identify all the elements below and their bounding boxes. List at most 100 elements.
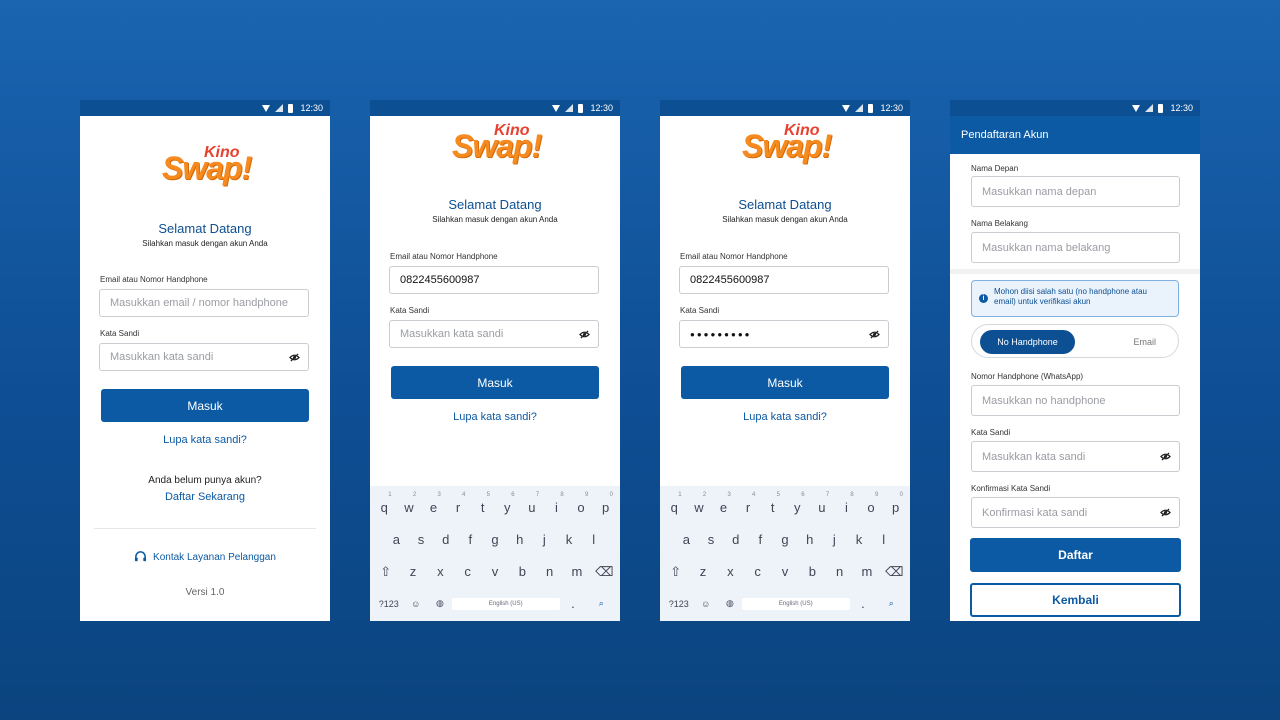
login-button[interactable]: Masuk — [101, 389, 309, 422]
key-v[interactable]: v — [481, 564, 508, 580]
key-d[interactable]: d — [433, 532, 458, 547]
password-label: Kata Sandi — [100, 329, 140, 338]
key-k[interactable]: k — [847, 532, 872, 547]
backspace-key-icon[interactable]: ⌫ — [881, 564, 908, 580]
key-m[interactable]: m — [853, 564, 880, 580]
password-field[interactable]: Masukkan kata sandi — [971, 441, 1180, 472]
email-field[interactable]: 0822455600987 — [389, 266, 599, 294]
key-y[interactable]: 6y — [785, 492, 810, 515]
key-m[interactable]: m — [563, 564, 590, 580]
back-button[interactable]: Kembali — [970, 583, 1181, 617]
forgot-password-link[interactable]: Lupa kata sandi? — [80, 434, 330, 446]
key-j[interactable]: j — [532, 532, 557, 547]
search-key-icon[interactable]: ⌕ — [586, 598, 616, 609]
tab-email[interactable]: Email — [1133, 330, 1156, 354]
key-c[interactable]: c — [454, 564, 481, 580]
first-name-field[interactable]: Masukkan nama depan — [971, 176, 1180, 207]
globe-key-icon[interactable]: ◍ — [718, 598, 742, 609]
login-button[interactable]: Masuk — [391, 366, 599, 399]
register-button[interactable]: Daftar — [970, 538, 1181, 572]
key-t[interactable]: 5t — [470, 492, 495, 515]
symbols-key[interactable]: ?123 — [374, 599, 404, 609]
key-b[interactable]: b — [799, 564, 826, 580]
eye-off-icon[interactable] — [869, 330, 880, 339]
key-e[interactable]: 3e — [421, 492, 446, 515]
key-s[interactable]: s — [409, 532, 434, 547]
key-a[interactable]: a — [384, 532, 409, 547]
eye-off-icon[interactable] — [579, 330, 590, 339]
login-button[interactable]: Masuk — [681, 366, 889, 399]
key-a[interactable]: a — [674, 532, 699, 547]
key-p[interactable]: 0p — [593, 492, 618, 515]
eye-off-icon[interactable] — [1160, 452, 1171, 461]
last-name-field[interactable]: Masukkan nama belakang — [971, 232, 1180, 263]
key-w[interactable]: 2w — [687, 492, 712, 515]
key-d[interactable]: d — [723, 532, 748, 547]
status-bar: 12:30 — [950, 100, 1200, 116]
key-j[interactable]: j — [822, 532, 847, 547]
key-t[interactable]: 5t — [760, 492, 785, 515]
welcome-subtitle: Silahkan masuk dengan akun Anda — [722, 215, 848, 224]
key-f[interactable]: f — [748, 532, 773, 547]
key-o[interactable]: 9o — [569, 492, 594, 515]
phone-field[interactable]: Masukkan no handphone — [971, 385, 1180, 416]
key-h[interactable]: h — [507, 532, 532, 547]
key-x[interactable]: x — [427, 564, 454, 580]
shift-key-icon[interactable]: ⇧ — [372, 564, 399, 580]
email-field[interactable]: 0822455600987 — [679, 266, 889, 294]
eye-off-icon[interactable] — [1160, 508, 1171, 517]
key-n[interactable]: n — [536, 564, 563, 580]
key-r[interactable]: 4r — [446, 492, 471, 515]
key-i[interactable]: 8i — [834, 492, 859, 515]
shift-key-icon[interactable]: ⇧ — [662, 564, 689, 580]
key-n[interactable]: n — [826, 564, 853, 580]
password-field[interactable]: Masukkan kata sandi — [389, 320, 599, 348]
key-b[interactable]: b — [509, 564, 536, 580]
key-u[interactable]: 7u — [520, 492, 545, 515]
key-v[interactable]: v — [771, 564, 798, 580]
tab-phone[interactable]: No Handphone — [980, 330, 1075, 354]
key-o[interactable]: 9o — [859, 492, 884, 515]
eye-off-icon[interactable] — [289, 353, 300, 362]
email-field[interactable]: Masukkan email / nomor handphone — [99, 289, 309, 317]
key-w[interactable]: 2w — [397, 492, 422, 515]
globe-key-icon[interactable]: ◍ — [428, 598, 452, 609]
key-e[interactable]: 3e — [711, 492, 736, 515]
key-x[interactable]: x — [717, 564, 744, 580]
emoji-key-icon[interactable]: ☺ — [404, 599, 428, 609]
key-q[interactable]: 1q — [662, 492, 687, 515]
key-c[interactable]: c — [744, 564, 771, 580]
customer-service-link[interactable]: Kontak Layanan Pelanggan — [80, 551, 330, 564]
key-r[interactable]: 4r — [736, 492, 761, 515]
key-q[interactable]: 1q — [372, 492, 397, 515]
confirm-password-field[interactable]: Konfirmasi kata sandi — [971, 497, 1180, 528]
period-key[interactable]: . — [560, 596, 587, 611]
key-p[interactable]: 0p — [883, 492, 908, 515]
key-g[interactable]: g — [773, 532, 798, 547]
key-g[interactable]: g — [483, 532, 508, 547]
key-z[interactable]: z — [399, 564, 426, 580]
emoji-key-icon[interactable]: ☺ — [694, 599, 718, 609]
key-u[interactable]: 7u — [810, 492, 835, 515]
key-i[interactable]: 8i — [544, 492, 569, 515]
key-h[interactable]: h — [797, 532, 822, 547]
period-key[interactable]: . — [850, 596, 877, 611]
key-l[interactable]: l — [871, 532, 896, 547]
password-field[interactable]: Masukkan kata sandi — [99, 343, 309, 371]
forgot-password-link[interactable]: Lupa kata sandi? — [370, 411, 620, 423]
forgot-password-link[interactable]: Lupa kata sandi? — [660, 411, 910, 423]
key-s[interactable]: s — [699, 532, 724, 547]
symbols-key[interactable]: ?123 — [664, 599, 694, 609]
key-y[interactable]: 6y — [495, 492, 520, 515]
info-banner: i Mohon diisi salah satu (no handphone a… — [971, 280, 1179, 317]
key-l[interactable]: l — [581, 532, 606, 547]
register-now-link[interactable]: Daftar Sekarang — [80, 491, 330, 503]
key-z[interactable]: z — [689, 564, 716, 580]
search-key-icon[interactable]: ⌕ — [876, 598, 906, 609]
key-f[interactable]: f — [458, 532, 483, 547]
key-k[interactable]: k — [557, 532, 582, 547]
password-field[interactable]: ●●●●●●●●● — [679, 320, 889, 348]
backspace-key-icon[interactable]: ⌫ — [591, 564, 618, 580]
space-key[interactable]: English (US) — [451, 597, 560, 610]
space-key[interactable]: English (US) — [741, 597, 850, 610]
